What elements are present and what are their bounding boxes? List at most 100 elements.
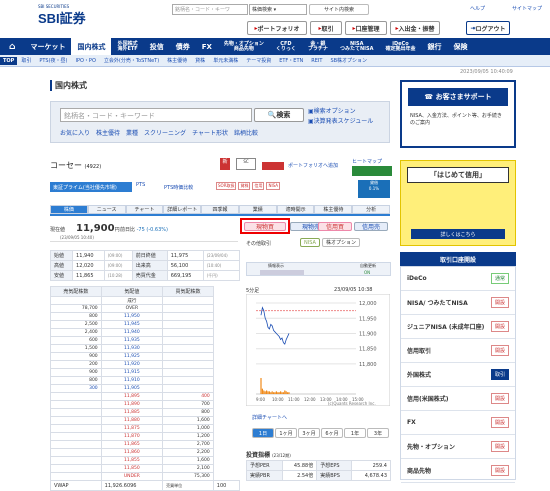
auto-update-toggle[interactable]: ON xyxy=(364,270,370,275)
help-link[interactable]: ヘルプ xyxy=(470,5,485,12)
heatmap-link[interactable]: ヒートマップ xyxy=(352,158,382,165)
book-cell[interactable]: 200 xyxy=(50,360,102,369)
subnav-item-5[interactable]: 株主優待 xyxy=(163,57,191,64)
book-cell[interactable] xyxy=(162,352,214,361)
support-button[interactable]: ☎ お客さまサポート xyxy=(408,88,508,106)
book-cell[interactable]: 1,200 xyxy=(162,432,214,441)
book-cell[interactable]: 2,700 xyxy=(162,440,214,449)
book-cell[interactable]: 900 xyxy=(50,368,102,377)
search-link-4[interactable]: チャート形状 xyxy=(192,128,228,137)
stock-search-input[interactable]: 銘柄名・コード・キーワード xyxy=(60,108,252,122)
deposit-button[interactable]: ▸ 入出金・振替 xyxy=(390,21,440,35)
nav-item-3[interactable]: 投信 xyxy=(144,38,170,55)
range-tab-5[interactable]: 3年 xyxy=(367,428,389,438)
search-link-1[interactable]: 株主優待 xyxy=(96,128,120,137)
book-cell[interactable] xyxy=(50,296,102,305)
search-link-5[interactable]: 銘柄比較 xyxy=(234,128,258,137)
add-portfolio-link[interactable]: ポートフォリオへ追加 xyxy=(288,162,338,169)
book-cell[interactable] xyxy=(50,432,102,441)
book-cell[interactable]: 400 xyxy=(162,392,214,401)
stock-search-button[interactable]: 🔍 検索 xyxy=(254,108,304,122)
book-cell[interactable] xyxy=(50,408,102,417)
account-badge[interactable]: 開設 xyxy=(490,393,509,404)
nav-item-2[interactable]: 外国株式 海外ETF xyxy=(111,38,143,55)
nav-item-12[interactable]: 保険 xyxy=(447,38,473,55)
book-cell[interactable] xyxy=(162,336,214,345)
book-cell[interactable] xyxy=(162,376,214,385)
tab-0[interactable]: 株価 xyxy=(50,205,88,214)
range-tab-3[interactable]: 6ヶ月 xyxy=(321,428,343,438)
subnav-item-0[interactable]: TOP xyxy=(0,56,18,65)
sitemap-link[interactable]: サイトマップ xyxy=(512,5,542,12)
nav-item-4[interactable]: 債券 xyxy=(170,38,196,55)
book-cell[interactable]: 2,500 xyxy=(50,320,102,329)
book-cell[interactable]: 700 xyxy=(162,400,214,409)
site-search-button[interactable]: サイト内検索 xyxy=(309,4,369,15)
option-button[interactable]: 株オプション xyxy=(322,238,360,247)
nav-item-9[interactable]: NISA つみたてNISA xyxy=(334,38,380,55)
range-tab-0[interactable]: 1日 xyxy=(252,428,274,438)
book-cell[interactable] xyxy=(162,328,214,337)
sbi-logo[interactable]: SBI証券 xyxy=(38,8,86,27)
book-cell[interactable] xyxy=(162,296,214,305)
tab-5[interactable]: 業績 xyxy=(238,205,277,214)
book-cell[interactable]: 1,600 xyxy=(162,456,214,465)
subnav-item-7[interactable]: 単元未満株 xyxy=(209,57,242,64)
tab-4[interactable]: 四季報 xyxy=(201,205,239,214)
book-cell[interactable] xyxy=(162,344,214,353)
tab-6[interactable]: 適時開示 xyxy=(276,205,315,214)
book-cell[interactable] xyxy=(162,312,214,321)
account-row-4[interactable]: 外国株式 取引 xyxy=(401,363,515,387)
nav-item-6[interactable]: 先物・オプション 商品先物 xyxy=(218,38,270,55)
book-cell[interactable] xyxy=(50,424,102,433)
logout-button[interactable]: ⇥ ログアウト xyxy=(466,21,510,35)
book-cell[interactable]: 1,500 xyxy=(50,344,102,353)
tab-8[interactable]: 分析 xyxy=(352,205,391,214)
subnav-item-8[interactable]: テーマ投資 xyxy=(242,57,275,64)
subnav-item-6[interactable]: 貸株 xyxy=(191,57,209,64)
book-cell[interactable]: 800 xyxy=(50,312,102,321)
pts-tab[interactable]: PTS xyxy=(136,182,145,188)
portfolio-button[interactable]: ▸ ポートフォリオ xyxy=(247,21,307,35)
smart-chart-icon[interactable]: SC xyxy=(236,158,256,170)
earnings-schedule-link[interactable]: ▣決算発表スケジュール xyxy=(308,116,373,125)
subnav-item-10[interactable]: REIT xyxy=(307,58,326,64)
account-row-6[interactable]: FX 開設 xyxy=(401,411,515,435)
margin-banner[interactable]: 「はじめて信用」 詳しくはこちら xyxy=(400,160,516,246)
book-cell[interactable] xyxy=(50,416,102,425)
book-cell[interactable] xyxy=(50,472,102,481)
account-badge[interactable]: 通常 xyxy=(490,273,509,284)
nav-item-1[interactable]: 国内株式 xyxy=(71,38,112,55)
detail-chart-link[interactable]: 詳細チャートへ xyxy=(252,414,287,421)
account-badge[interactable]: 取引 xyxy=(490,369,509,380)
account-badge[interactable]: 開設 xyxy=(490,345,509,356)
book-cell[interactable] xyxy=(162,368,214,377)
book-cell[interactable]: 78,700 xyxy=(50,304,102,313)
range-tab-1[interactable]: 1ヶ月 xyxy=(275,428,297,438)
market-select[interactable]: 東証プライム(当社優先市場) xyxy=(50,182,132,192)
account-row-5[interactable]: 信用(米国株式) 開設 xyxy=(401,387,515,411)
search-link-3[interactable]: スクリーニング xyxy=(144,128,186,137)
account-badge[interactable]: 開設 xyxy=(490,441,509,452)
book-cell[interactable] xyxy=(50,400,102,409)
margin-buy-button[interactable]: 信用買 xyxy=(318,222,352,231)
tab-3[interactable]: 詳細レポート xyxy=(163,205,202,214)
account-row-1[interactable]: NISA/ つみたてNISA 開設 xyxy=(401,291,515,315)
book-cell[interactable]: 800 xyxy=(50,376,102,385)
range-tab-2[interactable]: 3ヶ月 xyxy=(298,428,320,438)
display-toggle[interactable] xyxy=(260,270,304,275)
account-row-0[interactable]: iDeCo 通常 xyxy=(401,267,515,291)
subnav-item-4[interactable]: 立会外(分売・ToSTNeT) xyxy=(100,57,163,64)
subnav-item-1[interactable]: 取引 xyxy=(17,57,35,64)
book-cell[interactable]: 2,100 xyxy=(162,464,214,473)
subnav-item-3[interactable]: IPO・PO xyxy=(72,57,100,64)
book-cell[interactable] xyxy=(50,464,102,473)
account-row-2[interactable]: ジュニアNISA (未成年口座) 開設 xyxy=(401,315,515,339)
book-cell[interactable] xyxy=(50,392,102,401)
account-row-8[interactable]: 商品先物 開設 xyxy=(401,459,515,483)
book-cell[interactable]: 2,400 xyxy=(50,328,102,337)
banner-link[interactable]: 詳しくはこちら xyxy=(411,229,505,239)
book-cell[interactable] xyxy=(162,360,214,369)
nav-item-5[interactable]: FX xyxy=(196,38,218,55)
book-cell[interactable]: 300 xyxy=(50,384,102,393)
